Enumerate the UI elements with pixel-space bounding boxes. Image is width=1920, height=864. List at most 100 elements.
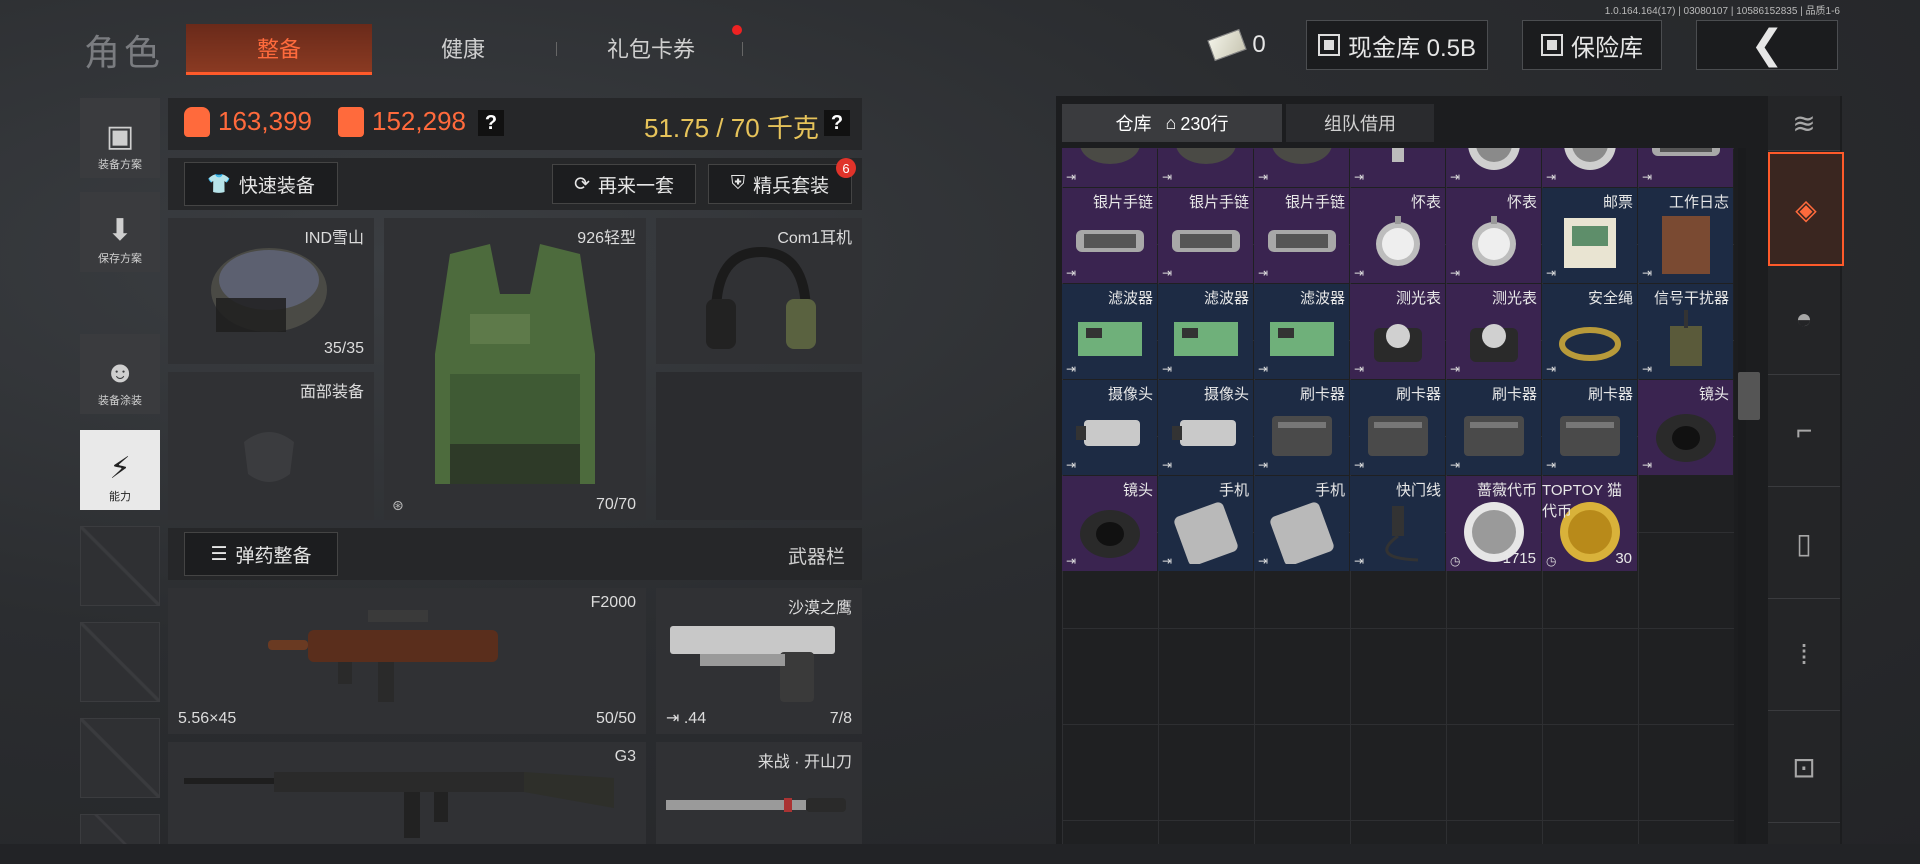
save-plan-button[interactable]: ⬇ 保存方案 <box>80 192 160 272</box>
pistol-slot[interactable]: 沙漠之鹰 ⇥ .44 7/8 <box>656 588 862 734</box>
again-button[interactable]: ⟳ 再来一套 <box>552 164 696 204</box>
ability-button[interactable]: ⚡ 能力 <box>80 430 160 510</box>
primary-weapon-slot[interactable]: F2000 5.56×45 50/50 <box>168 588 646 734</box>
skin-button[interactable]: ☻ 装备涂装 <box>80 334 160 414</box>
inventory-item[interactable]: 摄像头 ⇥ <box>1062 380 1157 475</box>
item-name: 滤波器 <box>1107 290 1153 307</box>
scrollbar-thumb[interactable] <box>1738 372 1760 420</box>
inventory-item[interactable]: 刷卡器 ⇥ <box>1446 380 1541 475</box>
inventory-item[interactable]: 工作日志 ⇥ <box>1638 188 1733 283</box>
inventory-item[interactable]: 滤波器 ⇥ <box>1062 284 1157 379</box>
helmet-slot[interactable]: IND雪山 35/35 <box>168 218 374 364</box>
ammo-button-label: 弹药整备 <box>235 545 312 567</box>
inventory-item[interactable]: 镜头 ⇥ <box>1062 476 1157 571</box>
inventory-item[interactable]: 刷卡器 ⇥ <box>1350 380 1445 475</box>
inventory-item[interactable]: 测光表 ⇥ <box>1446 284 1541 379</box>
inventory-item[interactable]: 银片手链 ⇥ <box>1158 188 1253 283</box>
category-rifle[interactable]: ⌐ <box>1768 376 1840 487</box>
item-name: 邮票 <box>1602 194 1633 211</box>
category-all[interactable]: ◈ <box>1768 152 1844 266</box>
quick-equip-button[interactable]: 👕 快速装备 <box>184 162 338 206</box>
inventory-item[interactable]: 镜头 ⇥ <box>1638 380 1733 475</box>
ammo-equip-button[interactable]: ☰ 弹药整备 <box>184 532 338 576</box>
inventory-item[interactable]: 刷卡器 ⇥ <box>1542 380 1637 475</box>
inventory-item[interactable]: 滤波器 ⇥ <box>1158 284 1253 379</box>
move-out-icon: ⇥ <box>1162 554 1173 568</box>
vest-slot[interactable]: 926轻型 ⊛ 70/70 <box>384 218 646 520</box>
tab-team-borrow[interactable]: 组队借用 <box>1286 104 1434 142</box>
help-icon[interactable]: ? <box>478 110 504 136</box>
warehouse-rows: 230行 <box>1180 114 1229 134</box>
scrollbar-track[interactable] <box>1738 148 1746 844</box>
inventory-item[interactable]: 邮票 ⇥ <box>1542 188 1637 283</box>
empty-slot <box>80 526 160 606</box>
inventory-item[interactable]: ⇥ <box>1638 148 1733 187</box>
category-bullet[interactable]: ⁞ <box>1768 600 1840 711</box>
tab-label: 健康 <box>440 37 485 62</box>
item-image <box>1269 502 1334 565</box>
cash-vault-button[interactable]: 现金库 0.5B <box>1306 20 1488 70</box>
inventory-item[interactable]: ⇥ <box>1446 148 1541 187</box>
inventory-item[interactable]: 银片手链 ⇥ <box>1062 188 1157 283</box>
melee-slot[interactable]: 来战 · 开山刀 <box>656 742 862 844</box>
inventory-item[interactable]: 安全绳 ⇥ <box>1542 284 1637 379</box>
inventory-item[interactable]: 信号干扰器 ⇥ <box>1638 284 1733 379</box>
move-out-icon: ⇥ <box>1354 458 1365 472</box>
item-name: 镜头 <box>1698 386 1729 403</box>
inventory-item[interactable]: 手机 ⇥ <box>1158 476 1253 571</box>
item-image <box>1563 148 1616 171</box>
inventory-item[interactable]: 摄像头 ⇥ <box>1158 380 1253 475</box>
tab-equip[interactable]: 整备 <box>186 24 372 75</box>
face-slot[interactable]: 面部装备 <box>168 372 374 520</box>
move-out-icon: ⇥ <box>1642 458 1653 472</box>
side-button-label: 装备涂装 <box>98 395 142 407</box>
secondary-weapon-slot[interactable]: G3 <box>168 742 646 844</box>
safe-button[interactable]: 保险库 <box>1522 20 1662 70</box>
inventory-item[interactable]: 滤波器 ⇥ <box>1254 284 1349 379</box>
inventory-item[interactable]: ⇥ <box>1158 148 1253 187</box>
inventory-item[interactable]: ⇥ <box>1254 148 1349 187</box>
tab-gift-cards[interactable]: 礼包卡券 <box>576 24 726 72</box>
inventory-item[interactable]: 怀表 ⇥ <box>1446 188 1541 283</box>
tab-health[interactable]: 健康 <box>388 24 538 72</box>
move-out-icon: ⇥ <box>1066 170 1077 184</box>
category-helmet[interactable]: ◓ <box>1768 264 1840 375</box>
back-button[interactable]: ❮ <box>1696 20 1838 70</box>
inventory-item[interactable]: 蔷薇代币 ◷ 1715 <box>1446 476 1541 571</box>
inventory-item[interactable]: 怀表 ⇥ <box>1350 188 1445 283</box>
page-title: 角色 <box>84 32 165 73</box>
rifle-icon: ⌐ <box>1795 415 1813 446</box>
inventory-item[interactable]: ⇥ <box>1062 148 1157 187</box>
inventory-item[interactable]: ⇥ <box>1350 148 1445 187</box>
inventory-item[interactable]: TOPTOY 猫代币 ◷ 30 <box>1542 476 1637 571</box>
sort-button[interactable]: ≋ <box>1768 96 1840 151</box>
item-image <box>1651 148 1720 157</box>
elite-kit-button[interactable]: ⛨ 精兵套装 <box>708 164 852 204</box>
item-name: 刷卡器 <box>1587 386 1633 403</box>
move-out-icon: ⇥ <box>1354 554 1365 568</box>
inventory-item[interactable]: 银片手链 ⇥ <box>1254 188 1349 283</box>
inventory-item[interactable]: 刷卡器 ⇥ <box>1254 380 1349 475</box>
item-name: TOPTOY 猫代币 <box>1542 482 1623 520</box>
inventory-item[interactable]: 测光表 ⇥ <box>1350 284 1445 379</box>
face-mask-icon <box>244 432 294 482</box>
item-name: 工作日志 <box>1668 194 1729 211</box>
loadout-plan-button[interactable]: ▣ 装备方案 <box>80 98 160 178</box>
notification-dot <box>732 25 742 35</box>
inventory-item[interactable]: 快门线 ⇥ <box>1350 476 1445 571</box>
weight-help-icon[interactable]: ? <box>824 110 850 136</box>
category-magazine[interactable]: ▯ <box>1768 488 1840 599</box>
tab-warehouse[interactable]: 仓库 ⌂ 230行 <box>1062 104 1282 142</box>
headset-slot[interactable]: Com1耳机 <box>656 218 862 364</box>
desert-eagle-image <box>670 626 835 702</box>
category-sight[interactable]: ⊡ <box>1768 712 1840 823</box>
inventory-item[interactable]: 手机 ⇥ <box>1254 476 1349 571</box>
empty-equipment-slot[interactable] <box>656 372 862 520</box>
quick-equip-label: 快速装备 <box>238 175 315 197</box>
move-out-icon: ⇥ <box>1450 458 1461 472</box>
item-image <box>1075 420 1140 447</box>
item-name: 滤波器 <box>1203 290 1249 307</box>
clock-icon: ◷ <box>1450 554 1461 568</box>
inventory-item[interactable]: ⇥ <box>1542 148 1637 187</box>
version-text: 1.0.164.164(17) | 03080107 | 10586152835… <box>1604 6 1840 17</box>
